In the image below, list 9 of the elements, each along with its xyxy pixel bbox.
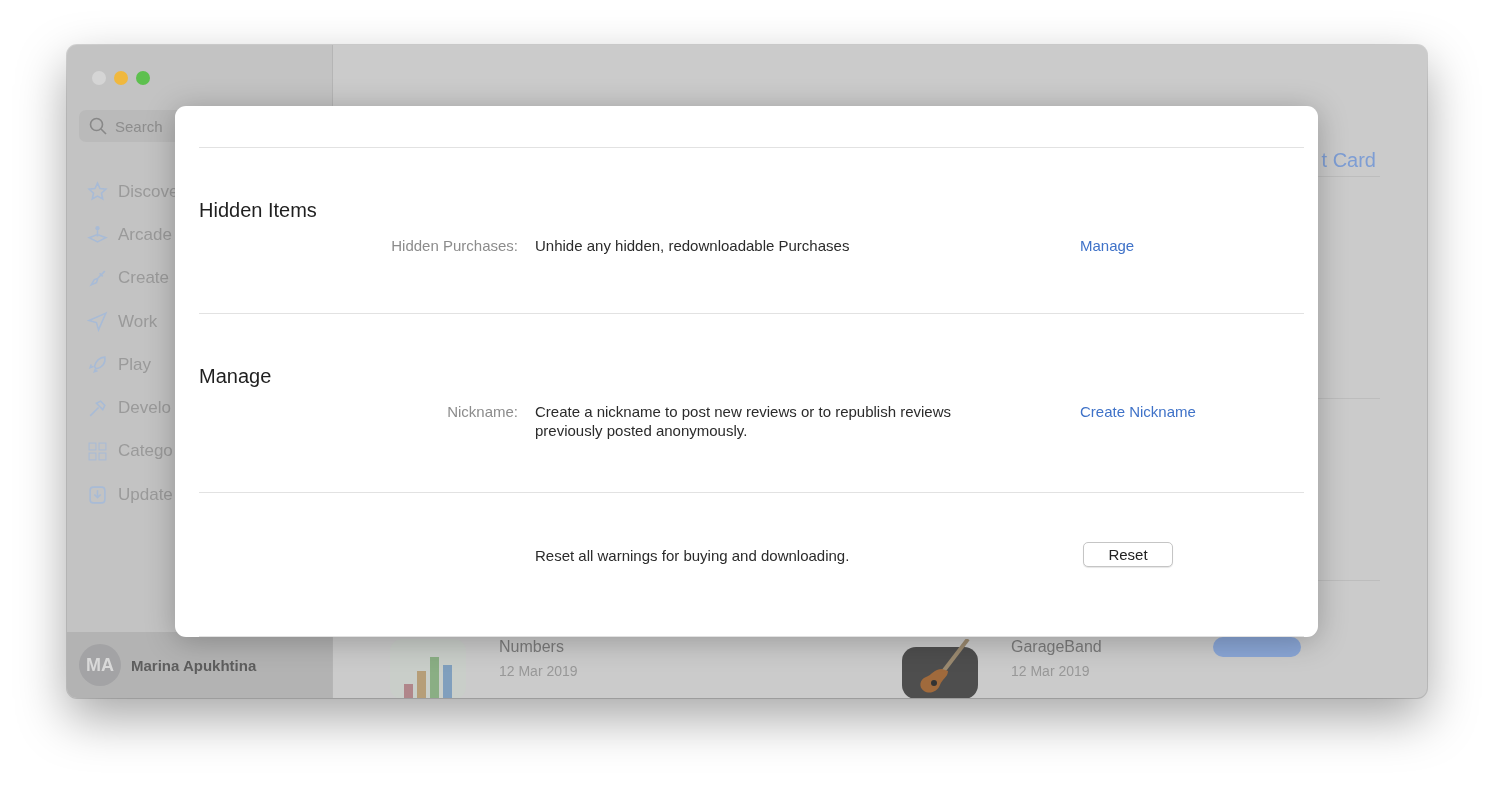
field-label: Hidden Purchases: xyxy=(390,235,518,255)
description: Unhide any hidden, redownloadable Purchases xyxy=(535,235,851,255)
app-name: Numbers xyxy=(499,638,565,656)
section-heading: Hidden Items xyxy=(199,198,318,222)
section-heading: Manage xyxy=(199,364,273,388)
field-label: Nickname: xyxy=(446,401,518,422)
description: Create a nickname to post new reviews or to republish reviews previously posted anonymously. xyxy=(535,401,953,440)
app-name: GarageBand xyxy=(1011,638,1102,656)
description: Reset all warnings for buying and downloading. xyxy=(535,545,851,566)
